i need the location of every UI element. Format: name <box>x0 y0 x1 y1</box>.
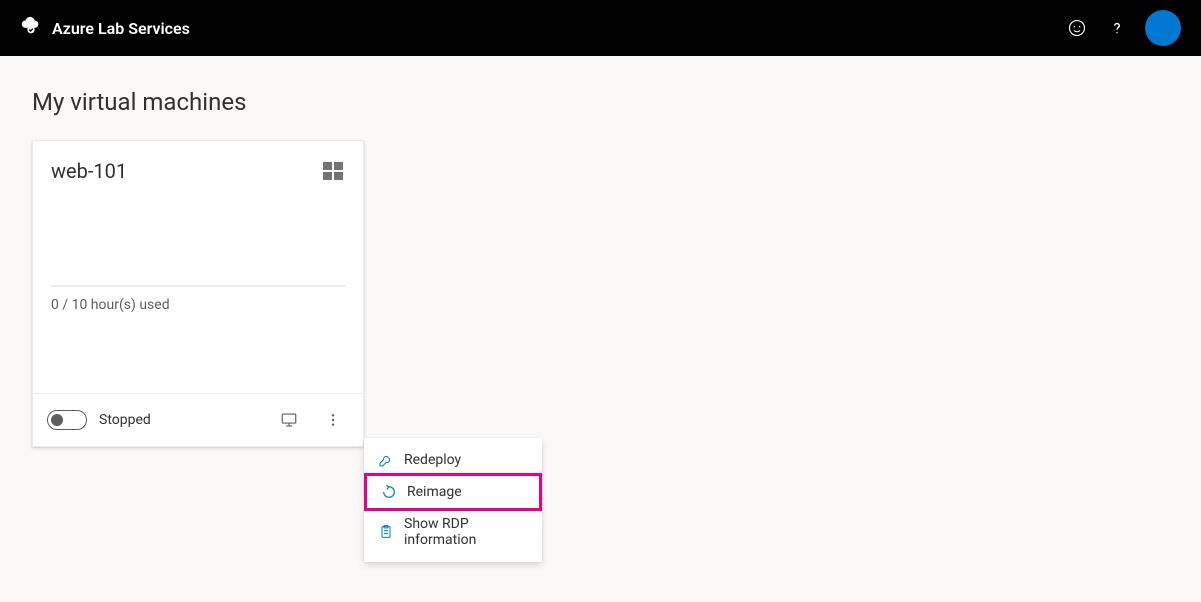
connect-icon[interactable] <box>273 404 305 436</box>
menu-label: Redeploy <box>404 452 461 468</box>
vm-context-menu: Redeploy Reimage <box>364 438 542 562</box>
vm-card-footer: Stopped <box>33 393 363 446</box>
main-content: My virtual machines web-101 <box>0 56 1201 447</box>
brand: Azure Lab Services <box>20 15 190 41</box>
usage-text: 0 / 10 hour(s) used <box>51 297 345 313</box>
vm-card: web-101 0 / 10 hour(s) used <box>32 140 364 447</box>
power-toggle[interactable] <box>47 410 87 430</box>
reset-icon <box>381 484 397 500</box>
page-title: My virtual machines <box>32 88 1169 116</box>
top-navigation-bar: Azure Lab Services <box>0 0 1201 56</box>
feedback-icon[interactable] <box>1057 8 1097 48</box>
windows-icon <box>321 159 345 187</box>
vm-name: web-101 <box>51 159 127 183</box>
menu-label: Reimage <box>407 484 462 500</box>
user-avatar[interactable] <box>1145 10 1181 46</box>
clipboard-icon <box>378 524 394 540</box>
product-title: Azure Lab Services <box>52 19 190 38</box>
menu-item-reimage[interactable]: Reimage <box>364 473 542 511</box>
menu-item-redeploy[interactable]: Redeploy <box>364 444 542 476</box>
azure-lab-logo-icon <box>20 15 42 41</box>
wrench-icon <box>378 452 394 468</box>
vm-status: Stopped <box>99 412 151 428</box>
menu-item-show-rdp[interactable]: Show RDP information <box>364 508 542 556</box>
menu-label: Show RDP information <box>404 516 528 548</box>
help-icon[interactable] <box>1097 8 1137 48</box>
usage-progress <box>51 285 345 287</box>
more-options-icon[interactable] <box>317 404 349 436</box>
